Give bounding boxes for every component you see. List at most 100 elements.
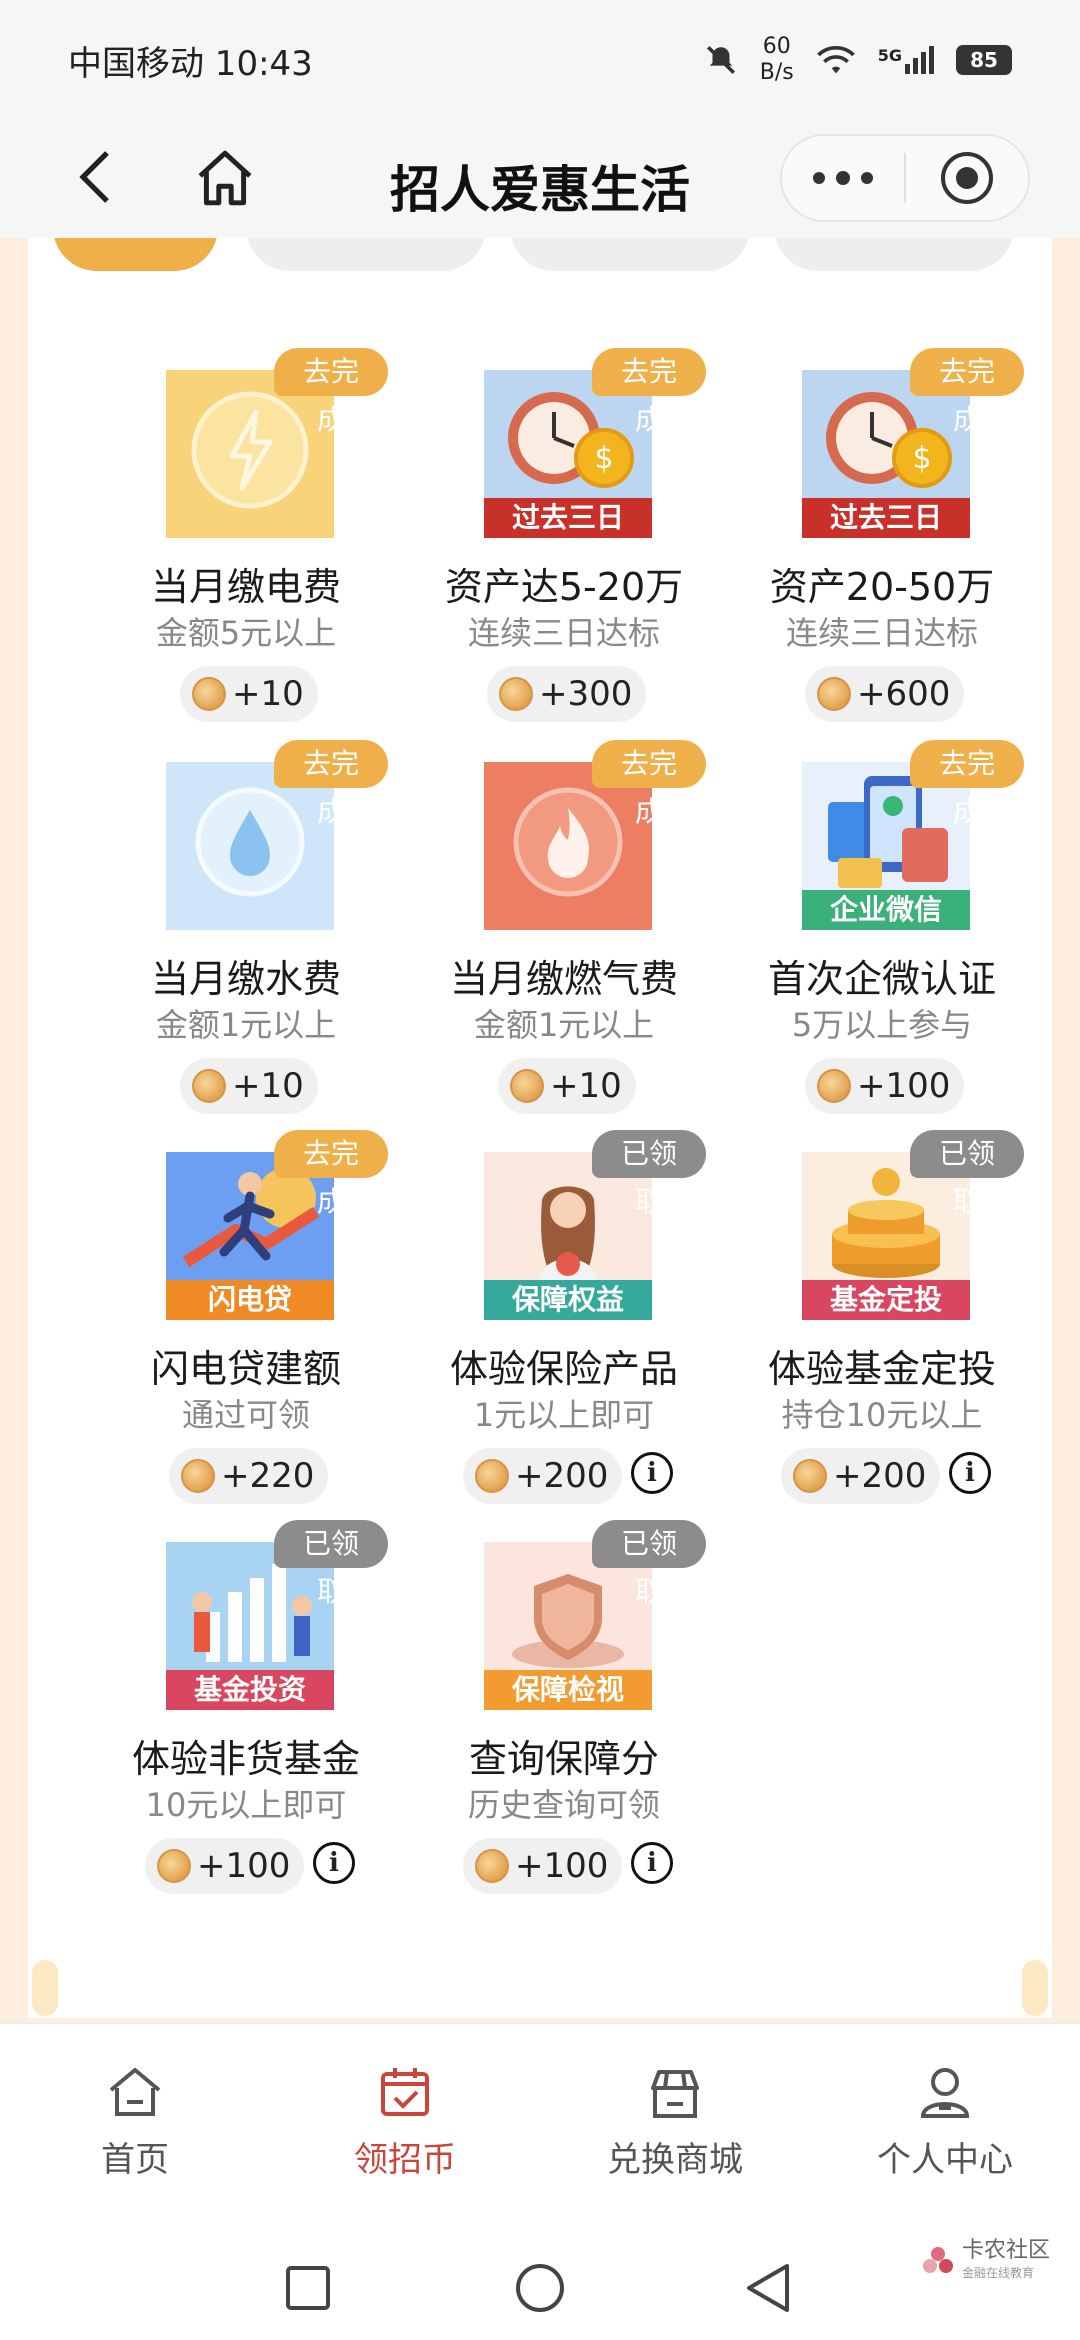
status-badge[interactable]: 去完成: [910, 740, 1024, 828]
reward-amount: +10: [232, 1066, 304, 1106]
status-badge[interactable]: 已领取: [592, 1130, 706, 1218]
task-condition: 历史查询可领: [467, 1786, 660, 1824]
status-badge[interactable]: 去完成: [274, 1130, 388, 1218]
task-item[interactable]: 去完成当月缴水费金额1元以上 +10: [88, 740, 388, 1120]
coin-icon: [817, 1069, 851, 1103]
more-dots-icon: [813, 171, 873, 185]
task-condition: 金额5元以上: [155, 614, 337, 652]
more-button[interactable]: [782, 136, 904, 220]
tab-label: 个人中心: [877, 2140, 1013, 2180]
task-name: 体验非货基金: [131, 1737, 360, 1781]
back-button[interactable]: [60, 142, 130, 212]
triangle-back-icon: [747, 2264, 789, 2312]
tab-store[interactable]: 兑换商城: [540, 2024, 810, 2222]
info-icon[interactable]: i: [631, 1842, 673, 1884]
mute-bell-icon: [706, 45, 735, 75]
battery-icon: 85: [956, 45, 1012, 75]
status-badge[interactable]: 去完成: [274, 348, 388, 436]
thumbnail-label: 过去三日: [802, 498, 970, 538]
task-name: 当月缴水费: [150, 957, 341, 1001]
circle-icon: [516, 2264, 564, 2312]
task-condition: 金额1元以上: [155, 1006, 337, 1044]
task-item[interactable]: 保障权益 已领取 体验保险产品 1元以上即可 +200 i: [406, 1130, 706, 1510]
task-condition: 10元以上即可: [145, 1786, 347, 1824]
info-icon[interactable]: i: [631, 1452, 673, 1494]
coin-icon: [793, 1459, 827, 1493]
reward-pill: +100: [805, 1058, 965, 1114]
net-speed: 60 B/s: [759, 34, 794, 85]
task-item[interactable]: 基金定投 已领取 体验基金定投 持仓10元以上 +200 i: [724, 1130, 1024, 1510]
task-item[interactable]: $ 过去三日 去完成 资产达5-20万 连续三日达标 +300: [406, 348, 706, 728]
category-tab-active[interactable]: [53, 238, 218, 271]
tab-earn-coins[interactable]: 领招币: [270, 2024, 540, 2222]
thumbnail-label: 基金定投: [802, 1280, 970, 1320]
square-icon: [286, 2266, 330, 2310]
reward-amount: +10: [232, 674, 304, 714]
tab-label: 兑换商城: [607, 2140, 743, 2180]
task-name: 体验保险产品: [449, 1347, 678, 1391]
thumbnail-label: 过去三日: [484, 498, 652, 538]
status-badge[interactable]: 去完成: [274, 740, 388, 828]
reward-pill: +100: [463, 1838, 623, 1894]
status-badge[interactable]: 去完成: [910, 348, 1024, 436]
task-card: 去完成 当月缴电费 金额5元以上 +10 $ 过去三日 去完成 资产达5-20万 连续三日达标 +…: [28, 238, 1052, 2018]
watermark-flower-icon: [923, 2247, 953, 2273]
home-icon: [198, 150, 252, 206]
status-badge[interactable]: 已领取: [910, 1130, 1024, 1218]
coin-icon: [475, 1459, 509, 1493]
task-name: 资产20-50万: [769, 565, 995, 609]
status-bar: 中国移动 10:43 60 B/s 5G 85: [0, 0, 1080, 120]
status-badge[interactable]: 已领取: [274, 1520, 388, 1608]
signal-icon: 5G: [878, 46, 934, 74]
reward-pill: +100: [145, 1838, 305, 1894]
scroll-edge-left: [32, 1960, 58, 2016]
reward-pill: +200: [781, 1448, 941, 1504]
task-name: 资产达5-20万: [444, 565, 684, 609]
close-mini-program-button[interactable]: [906, 136, 1028, 220]
bottom-tab-bar: 首页 领招币 兑换商城 个人中心: [0, 2022, 1080, 2222]
status-badge[interactable]: 已领取: [592, 1520, 706, 1608]
task-item[interactable]: 去完成 当月缴燃气费 金额1元以上 +10: [406, 740, 706, 1120]
task-item[interactable]: 保障检视 已领取 查询保障分 历史查询可领 +100 i: [406, 1520, 706, 1900]
task-name: 当月缴电费: [150, 565, 341, 609]
status-badge[interactable]: 去完成: [592, 740, 706, 828]
info-icon[interactable]: i: [949, 1452, 991, 1494]
reward-amount: +10: [550, 1066, 622, 1106]
category-tab-3[interactable]: [510, 238, 750, 271]
status-badge[interactable]: 去完成: [592, 348, 706, 436]
coin-icon: [499, 677, 533, 711]
task-item[interactable]: $ 过去三日 去完成 资产20-50万 连续三日达标 +600: [724, 348, 1024, 728]
reward-pill: +10: [180, 666, 318, 722]
task-item[interactable]: 企业微信 去完成 首次企微认证 5万以上参与 +100: [724, 740, 1024, 1120]
task-item[interactable]: 基金投资 已领取 体验非货基金 10元以上即可 +100 i: [88, 1520, 388, 1900]
task-condition: 连续三日达标: [785, 614, 978, 652]
reward-amount: +300: [539, 674, 633, 714]
system-nav-bar: [0, 2222, 1080, 2340]
task-condition: 通过可领: [181, 1396, 310, 1434]
tab-home[interactable]: 首页: [0, 2024, 270, 2222]
reward-pill: +220: [169, 1448, 329, 1504]
coin-icon: [510, 1069, 544, 1103]
reward-pill: +600: [805, 666, 965, 722]
reward-pill: +10: [498, 1058, 636, 1114]
tab-profile[interactable]: 个人中心: [810, 2024, 1080, 2222]
info-icon[interactable]: i: [313, 1842, 355, 1884]
task-item[interactable]: 去完成当月缴电费金额5元以上 +10: [88, 348, 388, 728]
task-condition: 连续三日达标: [467, 614, 660, 652]
reward-amount: +200: [515, 1456, 609, 1496]
task-item[interactable]: 闪电贷 去完成 闪电贷建额 通过可领 +220: [88, 1130, 388, 1510]
watermark-logo: 卡农社区 金融在线教育: [920, 2236, 1050, 2288]
recent-apps-button[interactable]: [278, 2258, 338, 2318]
reward-amount: +200: [833, 1456, 927, 1496]
target-circle-icon: [941, 152, 993, 204]
task-condition: 持仓10元以上: [781, 1396, 983, 1434]
thumbnail-label: 保障权益: [484, 1280, 652, 1320]
system-back-button[interactable]: [738, 2258, 798, 2318]
category-tab-4[interactable]: [774, 238, 1014, 271]
reward-pill: +200: [463, 1448, 623, 1504]
home-button[interactable]: [185, 140, 265, 216]
system-home-button[interactable]: [510, 2258, 570, 2318]
thumbnail-label: 保障检视: [484, 1670, 652, 1710]
category-tab-2[interactable]: [246, 238, 486, 271]
reward-amount: +100: [197, 1846, 291, 1886]
